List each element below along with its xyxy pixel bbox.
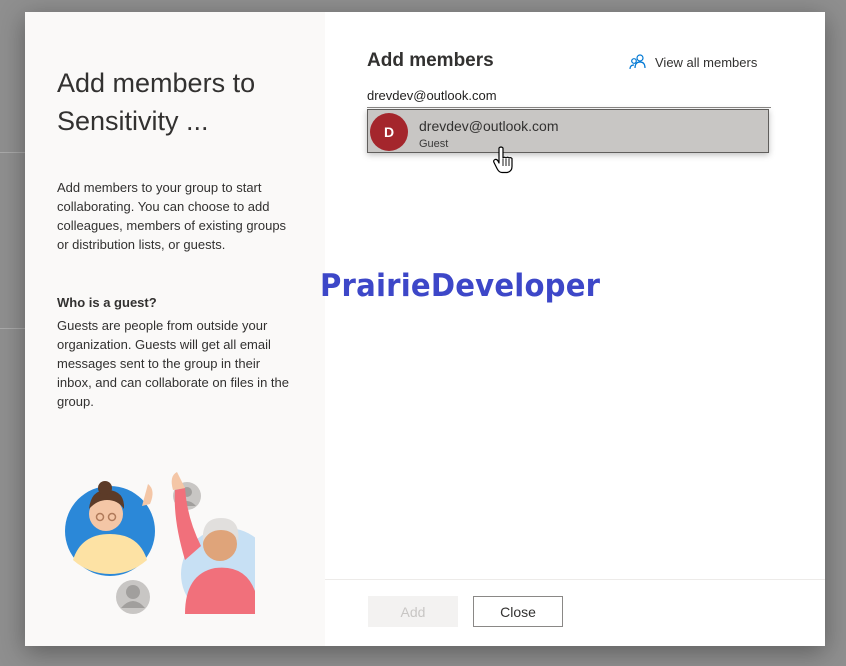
add-members-dialog: Add members to Sensitivity ... Add membe… <box>25 12 825 646</box>
background-divider <box>0 152 26 153</box>
close-button[interactable]: Close <box>473 596 563 627</box>
footer-divider <box>325 579 825 580</box>
add-members-title: Add members <box>367 50 494 71</box>
watermark: PrairieDeveloper <box>320 268 601 304</box>
hand-pointer-icon <box>493 146 513 174</box>
avatar: D <box>370 113 408 151</box>
collaboration-illustration <box>65 472 255 614</box>
panel-title: Add members to Sensitivity ... <box>57 68 256 136</box>
suggestion-type: Guest <box>419 138 449 150</box>
member-search-input[interactable] <box>367 84 771 108</box>
view-all-members-label: View all members <box>655 54 758 70</box>
info-panel: Add members to Sensitivity ... Add membe… <box>25 12 325 646</box>
suggestion-email: drevdev@outlook.com <box>419 118 559 134</box>
guest-description: Guests are people from outside your orga… <box>57 318 289 409</box>
add-button[interactable]: Add <box>368 596 458 627</box>
people-icon <box>629 54 646 70</box>
panel-description: Add members to your group to start colla… <box>57 180 287 252</box>
view-all-members-link[interactable]: View all members <box>629 52 757 72</box>
guest-heading: Who is a guest? <box>57 295 157 310</box>
background-divider <box>0 328 26 329</box>
suggestion-item[interactable]: D drevdev@outlook.com Guest <box>367 109 769 153</box>
